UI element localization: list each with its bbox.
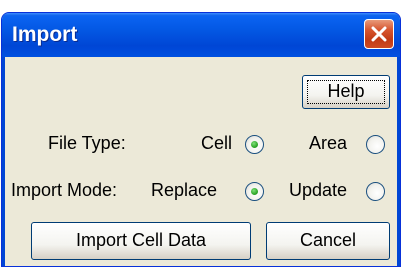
import-cell-data-button[interactable]: Import Cell Data: [31, 222, 251, 260]
import-mode-replace-radio[interactable]: [245, 182, 264, 201]
import-dialog: Import Help File Type: Cell Area Import …: [1, 12, 401, 267]
import-mode-update-label[interactable]: Update: [289, 180, 347, 201]
cropped-background-text: [0, 0, 405, 12]
help-button[interactable]: Help: [302, 75, 390, 109]
import-cell-data-label: Import Cell Data: [75, 230, 207, 250]
import-mode-update-radio[interactable]: [366, 182, 385, 201]
file-type-area-radio[interactable]: [366, 135, 385, 154]
file-type-area-label[interactable]: Area: [309, 133, 347, 154]
import-mode-replace-label[interactable]: Replace: [151, 180, 217, 201]
file-type-label: File Type:: [48, 133, 126, 153]
window-title: Import: [12, 23, 78, 46]
radio-selected-icon: [251, 141, 258, 148]
title-bar[interactable]: Import: [2, 13, 400, 57]
radio-selected-icon: [251, 188, 258, 195]
file-type-cell-radio[interactable]: [245, 135, 264, 154]
file-type-cell-label[interactable]: Cell: [201, 133, 232, 154]
cancel-label: Cancel: [299, 230, 357, 250]
import-mode-label: Import Mode:: [11, 180, 118, 200]
help-button-label: Help: [327, 81, 365, 101]
cancel-button[interactable]: Cancel: [266, 222, 390, 260]
close-button[interactable]: [364, 19, 394, 49]
dialog-body: Help File Type: Cell Area Import Mode: R…: [2, 57, 400, 266]
close-icon: [371, 26, 387, 42]
